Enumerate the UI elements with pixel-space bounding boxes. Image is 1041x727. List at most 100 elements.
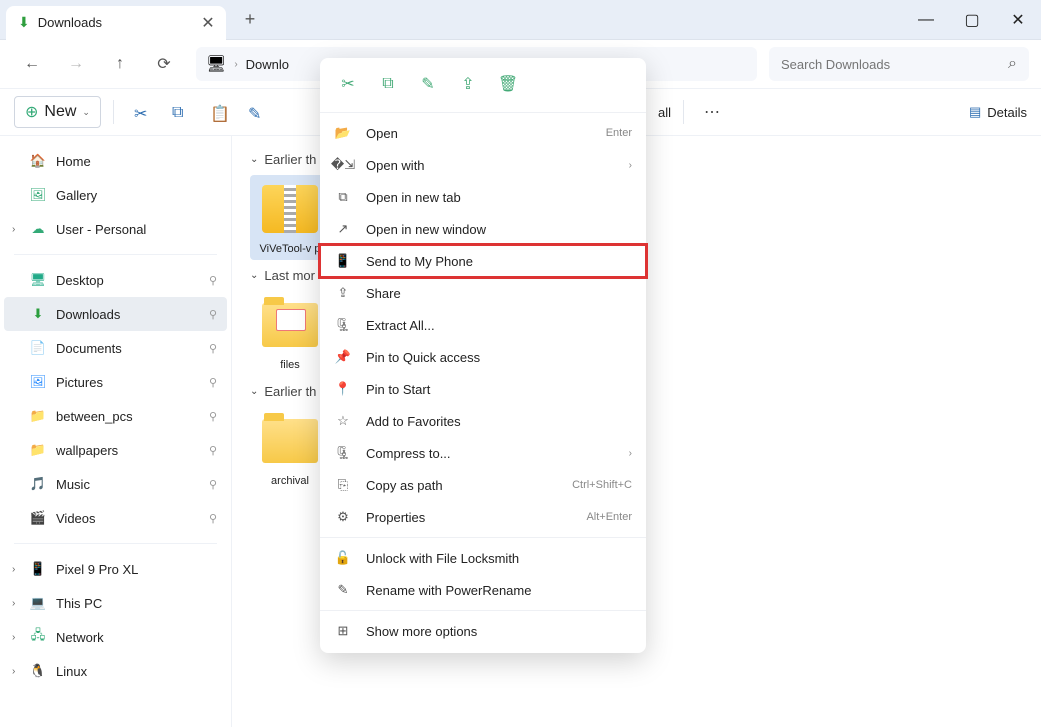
this pc-icon: 💻 xyxy=(30,595,46,611)
ctx-extract-all-[interactable]: 🗜Extract All... xyxy=(320,309,646,341)
breadcrumb-part[interactable]: Downlo xyxy=(246,57,289,72)
search-input[interactable] xyxy=(781,57,1008,72)
ctx-open-in-new-tab[interactable]: ⧉Open in new tab xyxy=(320,181,646,213)
sidebar-item-music[interactable]: 🎵Music⚲ xyxy=(4,467,227,501)
back-button[interactable]: ← xyxy=(12,46,52,82)
ctx-add-to-favorites[interactable]: ☆ Add to Favorites xyxy=(320,405,646,437)
sidebar-item-between_pcs[interactable]: 📁between_pcs⚲ xyxy=(4,399,227,433)
ctx-item-icon: ⇪ xyxy=(334,285,352,301)
ctx-item-icon: ☆ xyxy=(334,413,352,429)
paste-button[interactable]: 📋 xyxy=(202,96,234,128)
pin-icon: ⚲ xyxy=(209,342,217,355)
rename-button[interactable]: ✎ xyxy=(240,96,272,128)
download-icon: ⬇ xyxy=(18,14,30,31)
tab-downloads[interactable]: ⬇ Downloads ✕ xyxy=(6,6,226,40)
plus-icon: ⊕ xyxy=(25,102,38,122)
minimize-button[interactable]: — xyxy=(903,0,949,40)
sidebar-item-documents[interactable]: 📄Documents⚲ xyxy=(4,331,227,365)
gallery-icon: 🖼 xyxy=(30,187,46,203)
file-label: archival xyxy=(271,475,309,488)
ctx-rename-button[interactable]: ✎ xyxy=(410,68,446,100)
ctx-share-button[interactable]: ⇪ xyxy=(450,68,486,100)
pc-icon: 🖥 xyxy=(206,54,226,74)
ctx-open-in-new-window[interactable]: ↗Open in new window xyxy=(320,213,646,245)
pin-icon: ⚲ xyxy=(209,274,217,287)
details-view-button[interactable]: ▤ Details xyxy=(969,104,1027,120)
ctx-unlock-with-file-locksmith[interactable]: 🔓Unlock with File Locksmith xyxy=(320,542,646,574)
file-item[interactable]: archival xyxy=(250,407,330,492)
ctx-item-label: Add to Favorites xyxy=(366,414,461,429)
tab-close-button[interactable]: ✕ xyxy=(200,15,216,31)
sidebar-item-this-pc[interactable]: ›💻This PC xyxy=(4,586,227,620)
forward-button[interactable]: → xyxy=(56,46,96,82)
select-all-label[interactable]: all xyxy=(658,105,671,120)
ctx-item-icon: ⧉ xyxy=(334,189,352,205)
documents-icon: 📄 xyxy=(30,340,46,356)
sidebar-item-pictures[interactable]: 🖼Pictures⚲ xyxy=(4,365,227,399)
ctx-compress-to-[interactable]: 🗜Compress to...› xyxy=(320,437,646,469)
chevron-down-icon: ⌄ xyxy=(250,154,258,165)
up-button[interactable]: ↑ xyxy=(100,46,140,82)
ctx-properties[interactable]: ⚙PropertiesAlt+Enter xyxy=(320,501,646,533)
sidebar: 🏠Home🖼Gallery›☁User - Personal 🖥Desktop⚲⬇… xyxy=(0,136,232,727)
more-icon: ⋯ xyxy=(704,102,720,122)
zip-icon xyxy=(262,185,318,233)
ctx-item-icon: 📂 xyxy=(334,125,352,141)
chevron-right-icon: › xyxy=(629,160,632,171)
sidebar-item-network[interactable]: ›🖧Network xyxy=(4,620,227,654)
file-item[interactable]: ViVeTool-v p xyxy=(250,175,330,260)
cut-button[interactable]: ✂ xyxy=(126,96,158,128)
copy-button[interactable]: ⧉ xyxy=(164,96,196,128)
sidebar-item-label: between_pcs xyxy=(56,409,133,424)
close-window-button[interactable]: ✕ xyxy=(995,0,1041,40)
ctx-pin-to-quick-access[interactable]: 📌Pin to Quick access xyxy=(320,341,646,373)
ctx-open[interactable]: 📂OpenEnter xyxy=(320,117,646,149)
sidebar-item-pixel-9-pro-xl[interactable]: ›📱Pixel 9 Pro XL xyxy=(4,552,227,586)
sidebar-item-downloads[interactable]: ⬇Downloads⚲ xyxy=(4,297,227,331)
ctx-copy-as-path[interactable]: ⎘Copy as pathCtrl+Shift+C xyxy=(320,469,646,501)
search-box[interactable]: ⌕ xyxy=(769,47,1029,81)
sidebar-item-desktop[interactable]: 🖥Desktop⚲ xyxy=(4,263,227,297)
folder-icon xyxy=(262,303,318,347)
ctx-cut-button[interactable]: ✂ xyxy=(330,68,366,100)
refresh-button[interactable]: ⟳ xyxy=(144,46,184,82)
rename-icon: ✎ xyxy=(248,104,264,120)
ctx-pin-to-start[interactable]: 📍Pin to Start xyxy=(320,373,646,405)
folder-icon xyxy=(262,419,318,463)
details-icon: ▤ xyxy=(969,104,981,120)
ctx-item-hint: Alt+Enter xyxy=(586,511,632,523)
file-item[interactable]: files xyxy=(250,291,330,376)
more-button[interactable]: ⋯ xyxy=(696,96,728,128)
context-menu-top-row: ✂ ⧉ ✎ ⇪ 🗑 xyxy=(320,64,646,108)
ctx-delete-button[interactable]: 🗑 xyxy=(490,68,526,100)
ctx-rename-with-powerrename[interactable]: ✎Rename with PowerRename xyxy=(320,574,646,606)
toolbar-divider xyxy=(683,100,684,124)
sidebar-item-gallery[interactable]: 🖼Gallery xyxy=(4,178,227,212)
group-header-label: Last mor xyxy=(264,268,315,283)
sidebar-item-user---personal[interactable]: ›☁User - Personal xyxy=(4,212,227,246)
sidebar-item-label: Videos xyxy=(56,511,96,526)
ctx-item-label: Compress to... xyxy=(366,446,451,461)
new-tab-button[interactable]: + xyxy=(232,5,268,35)
sidebar-item-label: Network xyxy=(56,630,104,645)
home-icon: 🏠 xyxy=(30,153,46,169)
ctx-copy-button[interactable]: ⧉ xyxy=(370,68,406,100)
sidebar-item-wallpapers[interactable]: 📁wallpapers⚲ xyxy=(4,433,227,467)
new-button[interactable]: ⊕ New ⌄ xyxy=(14,96,101,128)
pictures-icon: 🖼 xyxy=(30,374,46,390)
ctx-share[interactable]: ⇪Share xyxy=(320,277,646,309)
maximize-button[interactable]: ▢ xyxy=(949,0,995,40)
ctx-open-with[interactable]: �⇲Open with› xyxy=(320,149,646,181)
ctx-show-more-options[interactable]: ⊞ Show more options xyxy=(320,615,646,647)
sidebar-item-label: This PC xyxy=(56,596,102,611)
sidebar-item-label: wallpapers xyxy=(56,443,118,458)
group-header-label: Earlier th xyxy=(264,384,316,399)
ctx-item-icon: 🔓 xyxy=(334,550,352,566)
ctx-item-label: Pin to Start xyxy=(366,382,430,397)
sidebar-item-linux[interactable]: ›🐧Linux xyxy=(4,654,227,688)
sidebar-item-home[interactable]: 🏠Home xyxy=(4,144,227,178)
ctx-item-label: Rename with PowerRename xyxy=(366,583,531,598)
ctx-send-to-my-phone[interactable]: 📱Send to My Phone xyxy=(320,245,646,277)
copy-icon: ⧉ xyxy=(382,75,393,93)
sidebar-item-videos[interactable]: 🎬Videos⚲ xyxy=(4,501,227,535)
